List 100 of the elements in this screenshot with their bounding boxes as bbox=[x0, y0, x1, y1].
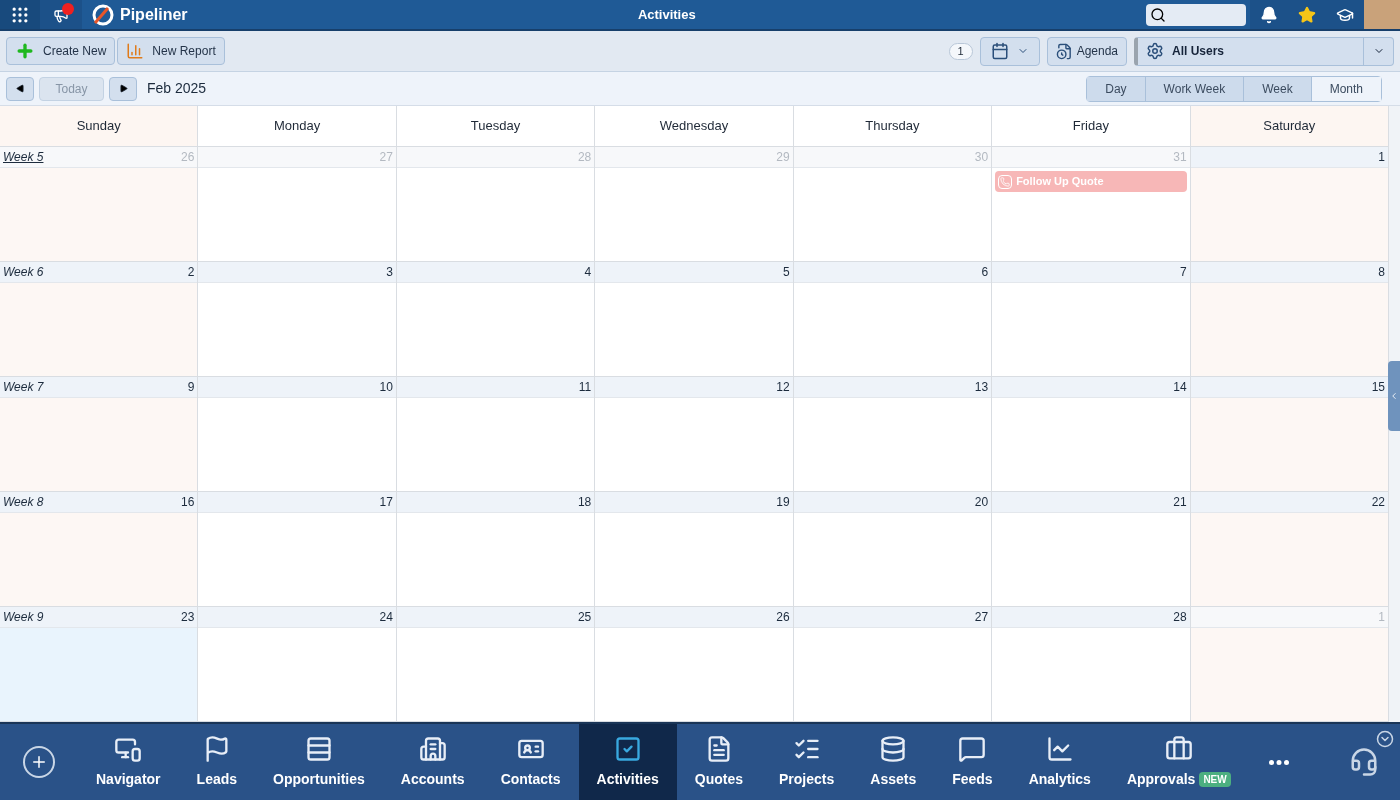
add-button[interactable] bbox=[23, 746, 55, 778]
calendar-dropdown-button[interactable] bbox=[979, 36, 1040, 66]
create-new-button[interactable]: Create New bbox=[6, 37, 116, 65]
date-number: 29 bbox=[776, 149, 790, 166]
day-cell[interactable]: 14 bbox=[992, 377, 1191, 491]
chevron-left-icon bbox=[1389, 391, 1399, 401]
date-number: 8 bbox=[1378, 264, 1385, 281]
bar-chart-icon bbox=[126, 42, 145, 60]
date-number: 27 bbox=[379, 149, 393, 166]
search-field[interactable] bbox=[1146, 3, 1246, 26]
day-cell[interactable]: 11 bbox=[396, 377, 596, 491]
day-cell[interactable]: 20 bbox=[793, 492, 993, 606]
date-number: 14 bbox=[1173, 379, 1187, 396]
search-icon bbox=[1150, 6, 1166, 23]
date-number: 22 bbox=[1371, 494, 1385, 511]
module-tab[interactable]: Feeds bbox=[934, 724, 1011, 800]
date-number: 28 bbox=[1173, 609, 1187, 626]
day-cell[interactable]: Week 5 26 bbox=[0, 147, 199, 261]
day-cell[interactable]: Week 7 9 bbox=[0, 377, 199, 491]
day-header: Saturday bbox=[1190, 106, 1389, 146]
day-cell[interactable]: Week 9 23 bbox=[0, 607, 199, 721]
module-tab[interactable]: Contacts bbox=[482, 724, 579, 800]
side-panel-handle[interactable] bbox=[1388, 361, 1400, 431]
right-triangle-icon bbox=[118, 84, 128, 93]
date-number: 13 bbox=[974, 379, 989, 396]
logo-icon bbox=[90, 3, 116, 26]
date-number: 1 bbox=[1378, 609, 1385, 626]
day-cell[interactable]: 6 bbox=[793, 262, 993, 376]
announcements-button[interactable] bbox=[40, 0, 82, 29]
week-link[interactable]: Week 9 bbox=[3, 608, 44, 626]
chat-icon bbox=[958, 734, 987, 763]
day-cell[interactable]: 24 bbox=[198, 607, 397, 721]
academy-button[interactable] bbox=[1326, 0, 1364, 29]
date-number: 6 bbox=[981, 264, 989, 281]
day-cell[interactable]: 5 bbox=[595, 262, 794, 376]
day-cell[interactable]: 3 bbox=[198, 262, 397, 376]
date-number: 11 bbox=[578, 379, 592, 396]
day-cell[interactable]: 8 bbox=[1190, 262, 1389, 376]
date-number: 5 bbox=[783, 264, 790, 281]
day-cell[interactable]: 19 bbox=[595, 492, 794, 606]
ellipsis-icon bbox=[1268, 759, 1289, 765]
day-cell[interactable]: 26 bbox=[595, 607, 794, 721]
date-number: 17 bbox=[379, 494, 393, 511]
week-link[interactable]: Week 6 bbox=[3, 263, 44, 281]
date-number: 9 bbox=[187, 379, 195, 396]
day-cell[interactable]: 28 bbox=[992, 607, 1191, 721]
user-filter-dropdown[interactable]: All Users bbox=[1134, 36, 1394, 66]
day-cell[interactable]: 13 bbox=[793, 377, 993, 491]
day-cell[interactable]: 4 bbox=[396, 262, 596, 376]
gear-icon bbox=[1146, 42, 1164, 60]
week-link[interactable]: Week 5 bbox=[3, 148, 44, 166]
module-tab[interactable]: Accounts bbox=[382, 724, 483, 800]
module-tab[interactable]: Opportunities bbox=[255, 724, 383, 800]
module-tab[interactable]: Quotes bbox=[676, 724, 761, 800]
previous-button[interactable] bbox=[6, 76, 34, 101]
day-cell[interactable]: 18 bbox=[396, 492, 596, 606]
count-badge: 1 bbox=[948, 42, 973, 60]
agenda-button[interactable]: Agenda bbox=[1046, 36, 1127, 66]
new-badge: NEW bbox=[1199, 771, 1231, 787]
module-tab[interactable]: Projects bbox=[761, 724, 853, 800]
day-cell[interactable]: 7 bbox=[992, 262, 1191, 376]
date-number: 18 bbox=[577, 494, 592, 511]
view-tab[interactable]: Month bbox=[1310, 76, 1381, 101]
day-cell[interactable]: 22 bbox=[1190, 492, 1389, 606]
date-number: 3 bbox=[386, 264, 393, 281]
module-tab[interactable]: Assets bbox=[852, 724, 935, 800]
plus-icon bbox=[30, 753, 48, 771]
view-tab[interactable]: Day bbox=[1087, 76, 1145, 101]
left-triangle-icon bbox=[15, 84, 25, 93]
bell-icon bbox=[1260, 5, 1278, 24]
day-cell[interactable]: 1 bbox=[1190, 147, 1389, 261]
module-tab[interactable]: Approvals NEW bbox=[1108, 724, 1249, 800]
day-cell[interactable]: 15 bbox=[1190, 377, 1389, 491]
view-tab[interactable]: Week bbox=[1243, 76, 1311, 101]
date-number: 2 bbox=[187, 264, 195, 281]
day-cell[interactable]: Week 8 16 bbox=[0, 492, 199, 606]
next-button[interactable] bbox=[109, 76, 137, 101]
day-cell[interactable]: 21 bbox=[992, 492, 1191, 606]
week-link[interactable]: Week 8 bbox=[3, 493, 44, 511]
day-cell[interactable]: 25 bbox=[396, 607, 596, 721]
notifications-button[interactable] bbox=[1250, 0, 1288, 29]
collapse-button[interactable] bbox=[1376, 730, 1394, 748]
week-link[interactable]: Week 7 bbox=[3, 378, 44, 396]
day-cell[interactable]: 12 bbox=[595, 377, 794, 491]
calendar-icon bbox=[990, 42, 1009, 60]
new-report-button[interactable]: New Report bbox=[117, 37, 225, 65]
view-tab[interactable]: Work Week bbox=[1144, 76, 1244, 101]
module-tab[interactable]: Analytics bbox=[1010, 724, 1109, 800]
stacked-bars-icon bbox=[304, 734, 333, 763]
day-cell[interactable]: 10 bbox=[198, 377, 397, 491]
line-chart-icon bbox=[1045, 734, 1074, 763]
day-cell[interactable]: 17 bbox=[198, 492, 397, 606]
module-tab[interactable]: Leads bbox=[178, 724, 256, 800]
date-number: 10 bbox=[379, 379, 393, 396]
date-number: 20 bbox=[974, 494, 989, 511]
module-tab[interactable]: Navigator bbox=[78, 724, 179, 800]
module-tab[interactable]: Activities bbox=[578, 724, 677, 800]
day-cell[interactable]: 27 bbox=[793, 607, 993, 721]
apps-menu-button[interactable] bbox=[0, 0, 40, 29]
day-cell[interactable]: Week 6 2 bbox=[0, 262, 199, 376]
